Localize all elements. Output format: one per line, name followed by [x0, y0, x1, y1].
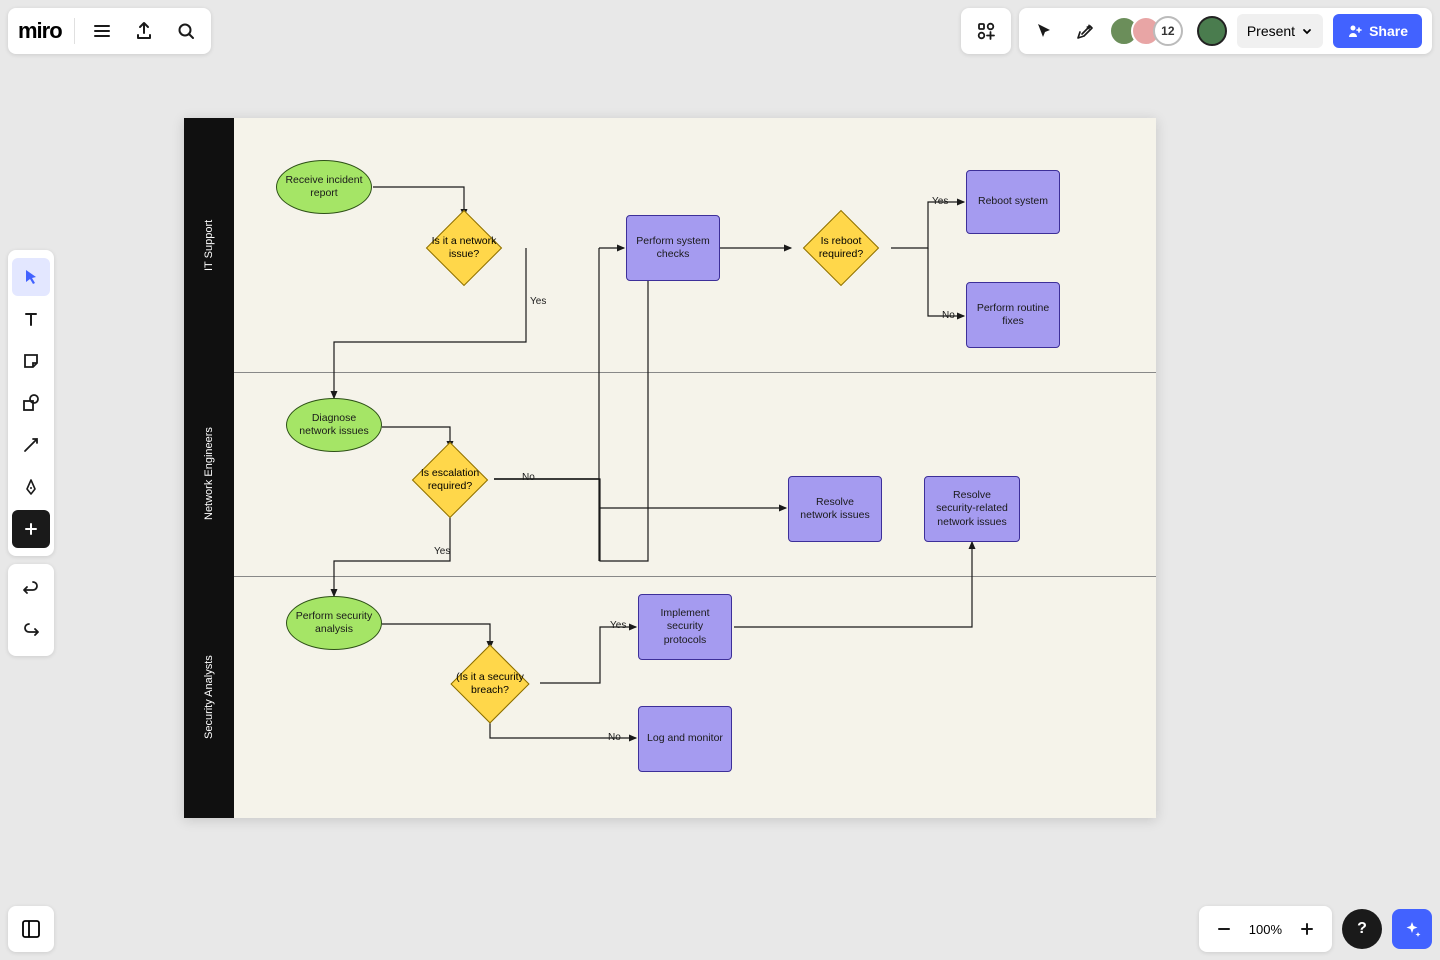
search-button[interactable]	[171, 16, 201, 46]
more-tools-button[interactable]	[12, 510, 50, 548]
share-label: Share	[1369, 23, 1408, 39]
zoom-out-button[interactable]	[1209, 914, 1239, 944]
node-implement-protocols[interactable]: Implement security protocols	[638, 594, 732, 660]
node-is-network[interactable]: Is it a network issue?	[419, 218, 509, 278]
node-receive-incident[interactable]: Receive incident report	[276, 160, 372, 214]
lane-label: Security Analysts	[184, 576, 234, 818]
divider	[74, 18, 75, 44]
zoom-in-button[interactable]	[1292, 914, 1322, 944]
node-is-escalation[interactable]: Is escalation required?	[405, 450, 495, 510]
node-is-breach[interactable]: (Is it a security breach?	[442, 652, 538, 716]
node-is-reboot[interactable]: Is reboot required?	[796, 218, 886, 278]
edge-label: Yes	[610, 620, 626, 631]
ai-assist-button[interactable]	[1392, 909, 1432, 949]
swimlane-diagram[interactable]: IT Support Network Engineers Security An…	[184, 118, 1156, 818]
edge-label: No	[522, 472, 535, 483]
pen-tool[interactable]	[12, 468, 50, 506]
node-perform-checks[interactable]: Perform system checks	[626, 215, 720, 281]
chevron-down-icon	[1301, 25, 1313, 37]
edge-label: Yes	[530, 296, 546, 307]
bottom-right-cluster: 100% ?	[1199, 906, 1432, 952]
lane-separator	[234, 576, 1156, 577]
cursor-mode-button[interactable]	[1029, 16, 1059, 46]
zoom-panel: 100%	[1199, 906, 1332, 952]
lane-label: Network Engineers	[184, 372, 234, 576]
apps-button[interactable]	[971, 16, 1001, 46]
undo-button[interactable]	[12, 570, 50, 608]
logo: miro	[18, 18, 62, 44]
text-tool[interactable]	[12, 300, 50, 338]
edge-label: No	[608, 732, 621, 743]
current-user-avatar[interactable]	[1197, 16, 1227, 46]
present-button[interactable]: Present	[1237, 14, 1323, 48]
frames-panel-button[interactable]	[8, 906, 54, 952]
present-label: Present	[1247, 23, 1295, 39]
main-menu-button[interactable]	[87, 16, 117, 46]
help-button[interactable]: ?	[1342, 909, 1382, 949]
share-button[interactable]: Share	[1333, 14, 1422, 48]
lane-label: IT Support	[184, 118, 234, 372]
lane-separator	[234, 372, 1156, 373]
node-routine-fixes[interactable]: Perform routine fixes	[966, 282, 1060, 348]
node-log-monitor[interactable]: Log and monitor	[638, 706, 732, 772]
avatar-overflow-count[interactable]: 12	[1153, 16, 1183, 46]
reactions-button[interactable]	[1069, 16, 1099, 46]
shape-tool[interactable]	[12, 384, 50, 422]
user-plus-icon	[1347, 23, 1363, 39]
collab-panel: 12 Present Share	[1019, 8, 1432, 54]
redo-button[interactable]	[12, 612, 50, 650]
edge-label: Yes	[434, 546, 450, 557]
lane-header-column: IT Support Network Engineers Security An…	[184, 118, 234, 818]
edge-label: No	[942, 310, 955, 321]
top-right-cluster: 12 Present Share	[961, 8, 1432, 54]
collaborator-avatars[interactable]: 12	[1109, 16, 1183, 46]
node-diagnose-network[interactable]: Diagnose network issues	[286, 398, 382, 452]
select-tool[interactable]	[12, 258, 50, 296]
export-button[interactable]	[129, 16, 159, 46]
node-reboot-system[interactable]: Reboot system	[966, 170, 1060, 234]
node-resolve-network[interactable]: Resolve network issues	[788, 476, 882, 542]
sticky-note-tool[interactable]	[12, 342, 50, 380]
edge-label: Yes	[932, 196, 948, 207]
apps-panel	[961, 8, 1011, 54]
undo-redo-toolbar	[8, 564, 54, 656]
zoom-level: 100%	[1249, 922, 1282, 937]
top-left-toolbar: miro	[8, 8, 211, 54]
node-resolve-sec-network[interactable]: Resolve security-related network issues	[924, 476, 1020, 542]
node-security-analysis[interactable]: Perform security analysis	[286, 596, 382, 650]
connector-tool[interactable]	[12, 426, 50, 464]
left-toolbar	[8, 250, 54, 556]
